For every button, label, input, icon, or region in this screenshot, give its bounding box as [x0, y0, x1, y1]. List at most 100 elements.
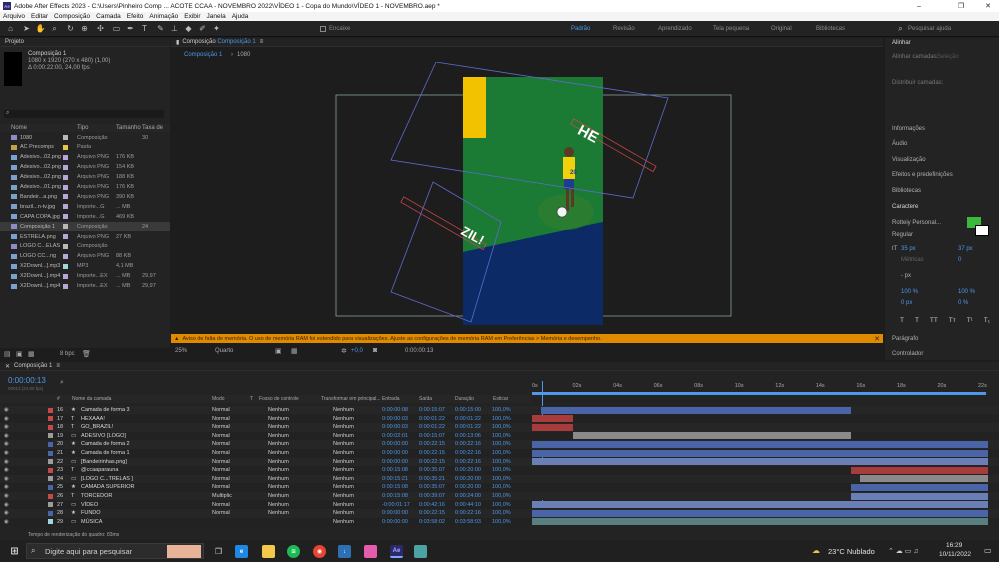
- project-item[interactable]: ESTRELA.png Arquivo PNG 27 KB: [0, 232, 170, 241]
- layer-label-color[interactable]: [48, 510, 53, 516]
- project-item[interactable]: Adesivo...02.png Arquivo PNG 176 KB: [0, 153, 170, 162]
- layer-parent[interactable]: Nenhum: [333, 484, 354, 490]
- timeline-layer-row[interactable]: ◉ 20 ★ Camada de forma 2 Normal Nenhum Nenhum 0…: [0, 440, 999, 449]
- task-view-icon[interactable]: ❐: [212, 545, 225, 558]
- superscript-button[interactable]: T¹: [967, 317, 973, 325]
- layer-duration[interactable]: 0:00:24:00: [455, 493, 481, 499]
- layer-stretch[interactable]: 100,0%: [492, 459, 511, 465]
- workspace-revisao[interactable]: Revisão: [613, 26, 635, 32]
- layer-stretch[interactable]: 100,0%: [492, 441, 511, 447]
- col-mode[interactable]: Modo: [212, 396, 225, 402]
- layer-label-color[interactable]: [48, 424, 53, 430]
- layer-parent[interactable]: Nenhum: [333, 424, 354, 430]
- layer-out-point[interactable]: 0:00:15:07: [419, 433, 445, 439]
- edge-icon[interactable]: e: [235, 545, 248, 558]
- breadcrumb-comp-1[interactable]: Composição 1: [184, 52, 222, 58]
- layer-out-point[interactable]: 0:00:39:07: [419, 493, 445, 499]
- composition-tab[interactable]: ▮ Composição Composição 1 ≡: [171, 38, 883, 47]
- layer-stretch[interactable]: 100,0%: [492, 484, 511, 490]
- section-efeitos[interactable]: Efeitos e predefinições: [892, 172, 953, 178]
- layer-name[interactable]: CAMADA SUPERIOR: [81, 484, 134, 490]
- small-caps-button[interactable]: Tт: [949, 317, 956, 325]
- layer-blend-mode[interactable]: Normal: [212, 484, 230, 490]
- layer-track-matte[interactable]: Nenhum: [268, 459, 289, 465]
- roto-brush-tool-icon[interactable]: ✐: [198, 24, 207, 33]
- trash-icon[interactable]: 🗑: [82, 350, 91, 358]
- viewer-timecode[interactable]: 0:00:00:13: [405, 348, 433, 354]
- layer-stretch[interactable]: 100,0%: [492, 519, 511, 525]
- layer-duration[interactable]: 0:00:01:22: [455, 416, 481, 422]
- layer-stretch[interactable]: 100,0%: [492, 510, 511, 516]
- layer-in-point[interactable]: 0:00:15:08: [382, 493, 408, 499]
- layer-blend-mode[interactable]: Normal: [212, 467, 230, 473]
- workspace-original[interactable]: Original: [771, 26, 792, 32]
- col-out[interactable]: Saída: [419, 396, 432, 402]
- close-button[interactable]: ✕: [977, 0, 999, 12]
- layer-parent[interactable]: Nenhum: [333, 510, 354, 516]
- layer-in-point[interactable]: 0:00:00:00: [382, 459, 408, 465]
- layer-name[interactable]: GO_BRAZIL!: [81, 424, 113, 430]
- after-effects-taskbar-icon[interactable]: Ae: [390, 545, 403, 558]
- camera-tool-icon[interactable]: ⊕: [80, 24, 89, 33]
- kerning-value[interactable]: Métricas: [901, 257, 924, 263]
- col-layer-name[interactable]: Nome da camada: [72, 396, 111, 402]
- timeline-tab[interactable]: ✕ Composição 1 ≡: [0, 362, 999, 371]
- menu-janela[interactable]: Janela: [207, 13, 226, 20]
- pan-behind-tool-icon[interactable]: ✣: [96, 24, 105, 33]
- label-color-swatch[interactable]: [63, 224, 68, 230]
- col-track-matte[interactable]: Fosso de controle: [259, 396, 299, 402]
- align-to-dropdown[interactable]: Seleção: [937, 54, 959, 60]
- timeline-layer-row[interactable]: ◉ 29 ▭ MÚSICA Nenhum 0:00:00:00 0:03:58:02 0:03…: [0, 517, 999, 527]
- section-informacoes[interactable]: Informações: [892, 126, 925, 132]
- layer-out-point[interactable]: 0:00:35:07: [419, 467, 445, 473]
- layer-name[interactable]: HEXAAA!: [81, 416, 105, 422]
- layer-in-point[interactable]: 0:00:00:08: [382, 407, 408, 413]
- zoom-tool-icon[interactable]: ⌕: [50, 24, 59, 33]
- composition-canvas[interactable]: 20 HE ZIL!: [171, 62, 883, 338]
- layer-in-point[interactable]: -0:00:01:17: [382, 502, 410, 508]
- layer-in-point[interactable]: 0:00:00:03: [382, 416, 408, 422]
- layer-name[interactable]: Camada de forma 2: [81, 441, 130, 447]
- visibility-eye-icon[interactable]: ◉: [4, 484, 9, 490]
- timeline-layer-row[interactable]: ◉ 27 ▭ VÍDEO Normal Nenhum Nenhum -0:00:01:17 0:…: [0, 500, 999, 509]
- layer-in-point[interactable]: 0:00:00:00: [382, 450, 408, 456]
- layer-out-point[interactable]: 0:03:58:02: [419, 519, 445, 525]
- layer-in-point[interactable]: 0:00:15:08: [382, 484, 408, 490]
- bit-depth-label[interactable]: 8 bpc: [60, 351, 75, 357]
- project-item[interactable]: CAPA COPA.jpg Importe...G 469 KB: [0, 212, 170, 221]
- layer-duration-bar[interactable]: [532, 415, 574, 423]
- weather-icon[interactable]: ☁: [812, 546, 820, 555]
- layer-stretch[interactable]: 100,0%: [492, 450, 511, 456]
- label-color-swatch[interactable]: [63, 214, 68, 220]
- layer-duration[interactable]: 0:00:22:16: [455, 450, 481, 456]
- breadcrumb-1080[interactable]: 1080: [237, 52, 250, 58]
- layer-track-matte[interactable]: Nenhum: [268, 476, 289, 482]
- home-icon[interactable]: ⌂: [6, 24, 15, 33]
- layer-duration-bar[interactable]: [573, 432, 852, 440]
- layer-duration-bar[interactable]: [532, 458, 988, 466]
- layer-label-color[interactable]: [48, 407, 53, 413]
- font-style-dropdown[interactable]: Regular: [892, 232, 913, 238]
- menu-camada[interactable]: Camada: [96, 13, 121, 20]
- layer-duration[interactable]: 0:00:01:22: [455, 424, 481, 430]
- visibility-eye-icon[interactable]: ◉: [4, 416, 9, 422]
- timeline-layer-row[interactable]: ◉ 16 ★ Camada de forma 3 Normal Nenhum Nenhum 0…: [0, 406, 999, 415]
- hand-tool-icon[interactable]: ✋: [36, 24, 46, 33]
- column-tipo[interactable]: Tipo: [77, 125, 88, 131]
- label-color-swatch[interactable]: [63, 283, 68, 289]
- col-in[interactable]: Entrada: [382, 396, 400, 402]
- stroke-color-swatch[interactable]: [975, 225, 989, 236]
- layer-duration[interactable]: 0:00:20:00: [455, 476, 481, 482]
- visibility-eye-icon[interactable]: ◉: [4, 493, 9, 499]
- layer-label-color[interactable]: [48, 459, 53, 465]
- layer-track-matte[interactable]: Nenhum: [268, 441, 289, 447]
- project-item[interactable]: AC Precomps Pasta: [0, 143, 170, 152]
- layer-name[interactable]: @ccaaparauna: [81, 467, 118, 473]
- layer-parent[interactable]: Nenhum: [333, 519, 354, 525]
- label-color-swatch[interactable]: [63, 194, 68, 200]
- layer-out-point[interactable]: 0:00:35:07: [419, 484, 445, 490]
- layer-duration-bar[interactable]: [532, 518, 988, 526]
- layer-parent[interactable]: Nenhum: [333, 416, 354, 422]
- layer-name[interactable]: TORCEDOR: [81, 493, 112, 499]
- clone-stamp-tool-icon[interactable]: ⊥: [170, 24, 179, 33]
